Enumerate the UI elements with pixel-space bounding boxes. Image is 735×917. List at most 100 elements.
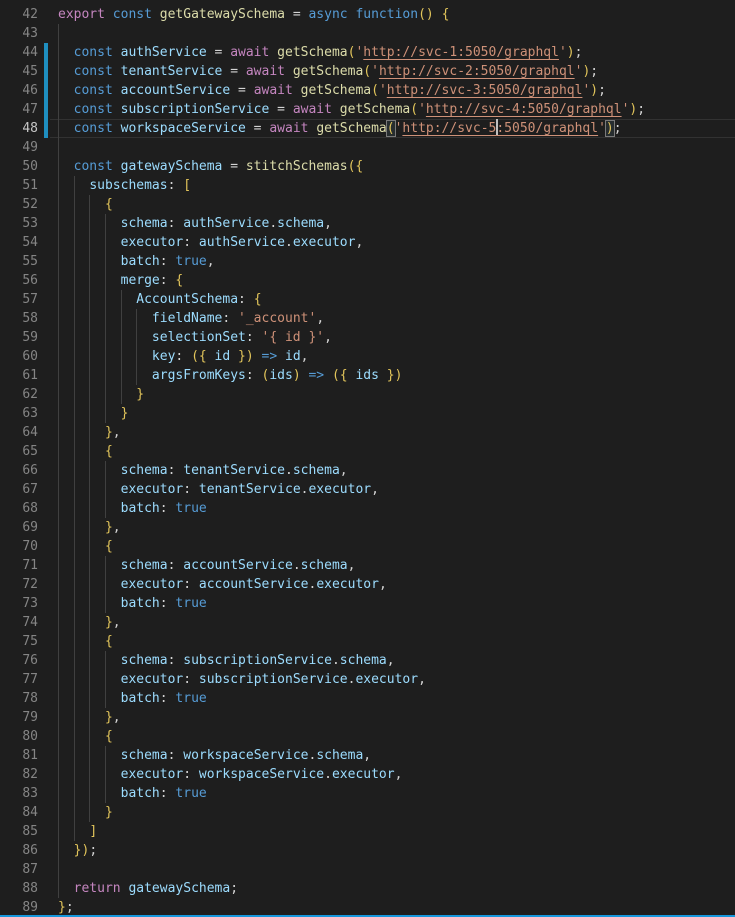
line-number[interactable]: 47	[0, 100, 38, 119]
line-number[interactable]: 84	[0, 803, 38, 822]
code-editor[interactable]: 42 export const getGatewaySchema = async …	[0, 0, 735, 917]
code-text[interactable]: schema: authService.schema,	[50, 214, 735, 233]
line-number[interactable]: 58	[0, 309, 38, 328]
line-number[interactable]: 62	[0, 385, 38, 404]
code-text[interactable]: fieldName: '_account',	[50, 309, 735, 328]
link-string[interactable]: http://svc-1:5050/graphql	[363, 45, 559, 60]
code-text[interactable]: schema: workspaceService.schema,	[50, 746, 735, 765]
line-number[interactable]: 80	[0, 727, 38, 746]
code-text[interactable]: {	[50, 442, 735, 461]
line-number[interactable]: 67	[0, 480, 38, 499]
code-text[interactable]: argsFromKeys: (ids) => ({ ids })	[50, 366, 735, 385]
code-text[interactable]: ]	[50, 822, 735, 841]
line-number[interactable]: 48	[0, 119, 38, 138]
code-text[interactable]: executor: subscriptionService.executor,	[50, 670, 735, 689]
line-number[interactable]: 70	[0, 537, 38, 556]
line-number[interactable]: 77	[0, 670, 38, 689]
line-number[interactable]: 56	[0, 271, 38, 290]
link-string[interactable]: http://svc-5	[402, 121, 496, 136]
code-text[interactable]: schema: accountService.schema,	[50, 556, 735, 575]
line-number[interactable]: 49	[0, 138, 38, 157]
code-text[interactable]: export const getGatewaySchema = async fu…	[50, 5, 735, 24]
code-text[interactable]: },	[50, 518, 735, 537]
code-text[interactable]: {	[50, 727, 735, 746]
code-text[interactable]: batch: true	[50, 689, 735, 708]
link-string[interactable]: http://svc-4:5050/graphql	[426, 102, 622, 117]
line-number[interactable]: 46	[0, 81, 38, 100]
code-text[interactable]	[50, 138, 735, 157]
code-text[interactable]: key: ({ id }) => id,	[50, 347, 735, 366]
line-number[interactable]: 44	[0, 43, 38, 62]
code-text[interactable]: executor: authService.executor,	[50, 233, 735, 252]
line-number[interactable]: 42	[0, 5, 38, 24]
line-number[interactable]: 50	[0, 157, 38, 176]
line-number[interactable]: 87	[0, 860, 38, 879]
line-number[interactable]: 63	[0, 404, 38, 423]
line-number[interactable]: 78	[0, 689, 38, 708]
line-number[interactable]: 85	[0, 822, 38, 841]
line-number[interactable]: 72	[0, 575, 38, 594]
code-text[interactable]: batch: true	[50, 594, 735, 613]
link-string[interactable]: http://svc-2:5050/graphql	[379, 64, 575, 79]
code-text[interactable]: return gatewaySchema;	[50, 879, 735, 898]
line-number[interactable]: 86	[0, 841, 38, 860]
line-number[interactable]: 64	[0, 423, 38, 442]
line-number[interactable]: 68	[0, 499, 38, 518]
code-text[interactable]: const tenantService = await getSchema('h…	[50, 62, 735, 81]
code-text[interactable]: selectionSet: '{ id }',	[50, 328, 735, 347]
code-text[interactable]: const workspaceService = await getSchema…	[50, 119, 735, 138]
line-number[interactable]: 66	[0, 461, 38, 480]
code-text[interactable]	[50, 860, 735, 879]
line-number[interactable]: 53	[0, 214, 38, 233]
line-number[interactable]: 71	[0, 556, 38, 575]
line-number[interactable]: 75	[0, 632, 38, 651]
code-text[interactable]: {	[50, 537, 735, 556]
line-number[interactable]: 55	[0, 252, 38, 271]
code-text[interactable]: AccountSchema: {	[50, 290, 735, 309]
code-text[interactable]: batch: true	[50, 784, 735, 803]
code-text[interactable]: }	[50, 385, 735, 404]
line-number[interactable]: 57	[0, 290, 38, 309]
code-text[interactable]: }	[50, 803, 735, 822]
line-number[interactable]: 60	[0, 347, 38, 366]
link-string[interactable]: :5050/graphql	[496, 121, 598, 136]
code-text[interactable]: batch: true	[50, 499, 735, 518]
code-text[interactable]: {	[50, 632, 735, 651]
line-number[interactable]: 54	[0, 233, 38, 252]
code-text[interactable]: batch: true,	[50, 252, 735, 271]
code-text[interactable]	[50, 24, 735, 43]
code-text[interactable]: merge: {	[50, 271, 735, 290]
code-text[interactable]: },	[50, 613, 735, 632]
code-text[interactable]: const authService = await getSchema('htt…	[50, 43, 735, 62]
line-number[interactable]: 45	[0, 62, 38, 81]
code-text[interactable]: executor: workspaceService.executor,	[50, 765, 735, 784]
code-text[interactable]: {	[50, 195, 735, 214]
code-text[interactable]: },	[50, 708, 735, 727]
line-number[interactable]: 69	[0, 518, 38, 537]
code-text[interactable]: subschemas: [	[50, 176, 735, 195]
line-number[interactable]: 65	[0, 442, 38, 461]
code-text[interactable]: }	[50, 404, 735, 423]
line-number[interactable]: 81	[0, 746, 38, 765]
link-string[interactable]: http://svc-3:5050/graphql	[387, 83, 583, 98]
line-number[interactable]: 73	[0, 594, 38, 613]
line-number[interactable]: 74	[0, 613, 38, 632]
line-number[interactable]: 52	[0, 195, 38, 214]
code-text[interactable]: executor: accountService.executor,	[50, 575, 735, 594]
line-number[interactable]: 76	[0, 651, 38, 670]
code-text[interactable]: schema: subscriptionService.schema,	[50, 651, 735, 670]
line-number[interactable]: 82	[0, 765, 38, 784]
code-text[interactable]: executor: tenantService.executor,	[50, 480, 735, 499]
line-number[interactable]: 83	[0, 784, 38, 803]
line-number[interactable]: 51	[0, 176, 38, 195]
code-text[interactable]: const subscriptionService = await getSch…	[50, 100, 735, 119]
code-text[interactable]: },	[50, 423, 735, 442]
code-text[interactable]: const gatewaySchema = stitchSchemas({	[50, 157, 735, 176]
code-text[interactable]: const accountService = await getSchema('…	[50, 81, 735, 100]
code-text[interactable]: });	[50, 841, 735, 860]
line-number[interactable]: 59	[0, 328, 38, 347]
code-text[interactable]: schema: tenantService.schema,	[50, 461, 735, 480]
line-number[interactable]: 79	[0, 708, 38, 727]
line-number[interactable]: 61	[0, 366, 38, 385]
line-number[interactable]: 43	[0, 24, 38, 43]
